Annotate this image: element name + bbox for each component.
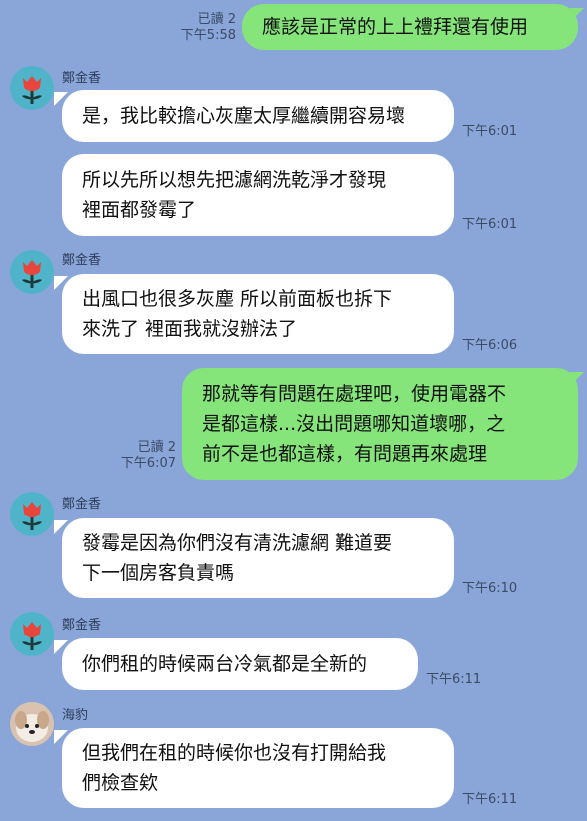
- dog-icon: [15, 711, 49, 742]
- avatar[interactable]: [10, 612, 54, 656]
- message-text: 是，我比較擔心灰塵太厚繼續開容易壞: [82, 105, 406, 127]
- flower-icon: [22, 502, 42, 530]
- sender-name: 鄭金香: [62, 253, 102, 268]
- message-bubble[interactable]: 是，我比較擔心灰塵太厚繼續開容易壞: [62, 90, 454, 142]
- message-text: 所以先所以想先把濾網洗乾淨才發現 裡面都發霉了: [82, 169, 387, 221]
- avatar[interactable]: [10, 250, 54, 294]
- flower-icon: [22, 622, 42, 650]
- read-receipt: 已讀 2 下午5:58: [180, 12, 236, 43]
- message-time: 下午6:11: [426, 672, 482, 687]
- avatar[interactable]: [10, 702, 54, 746]
- message-bubble[interactable]: 出風口也很多灰塵 所以前面板也拆下 來洗了 裡面我就沒辦法了: [62, 274, 454, 354]
- message-time: 下午6:01: [462, 124, 518, 139]
- read-receipt: 已讀 2 下午6:07: [120, 440, 176, 471]
- message-text: 你們租的時候兩台冷氣都是全新的: [82, 653, 368, 675]
- flower-icon: [22, 260, 42, 288]
- message-time: 下午6:10: [462, 581, 518, 596]
- flower-icon: [22, 76, 42, 104]
- message-bubble[interactable]: 那就等有問題在處理吧，使用電器不 是都這樣...沒出問題哪知道壞哪，之 前不是也…: [182, 368, 578, 480]
- sender-name: 海豹: [62, 708, 89, 723]
- message-time: 下午6:11: [462, 792, 518, 807]
- message-text: 那就等有問題在處理吧，使用電器不 是都這樣...沒出問題哪知道壞哪，之 前不是也…: [202, 383, 507, 465]
- sender-name: 鄭金香: [62, 71, 102, 86]
- message-text: 出風口也很多灰塵 所以前面板也拆下 來洗了 裡面我就沒辦法了: [82, 288, 393, 340]
- avatar[interactable]: [10, 66, 54, 110]
- sender-name: 鄭金香: [62, 618, 102, 633]
- avatar[interactable]: [10, 492, 54, 536]
- message-time: 下午6:06: [462, 338, 518, 353]
- message-bubble[interactable]: 應該是正常的上上禮拜還有使用: [242, 4, 578, 50]
- message-bubble[interactable]: 發霉是因為你們沒有清洗濾網 難道要 下一個房客負責嗎: [62, 518, 454, 598]
- message-text: 但我們在租的時候你也沒有打開給我 們檢查欸: [82, 742, 387, 794]
- sender-name: 鄭金香: [62, 497, 102, 512]
- message-bubble[interactable]: 你們租的時候兩台冷氣都是全新的: [62, 638, 418, 690]
- message-time: 下午6:01: [462, 217, 518, 232]
- message-bubble[interactable]: 但我們在租的時候你也沒有打開給我 們檢查欸: [62, 728, 454, 808]
- message-text: 發霉是因為你們沒有清洗濾網 難道要 下一個房客負責嗎: [82, 532, 393, 584]
- message-bubble[interactable]: 所以先所以想先把濾網洗乾淨才發現 裡面都發霉了: [62, 154, 454, 236]
- message-text: 應該是正常的上上禮拜還有使用: [262, 16, 529, 38]
